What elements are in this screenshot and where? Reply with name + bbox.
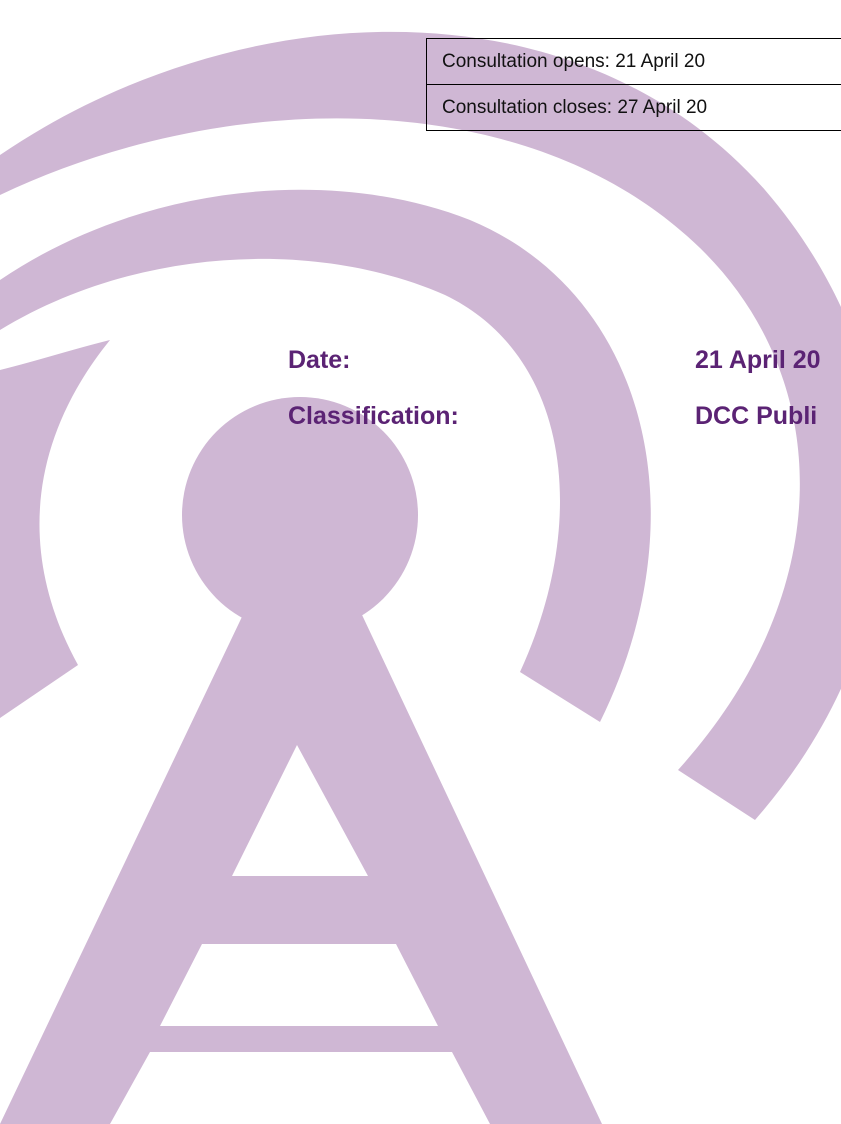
classification-label: Classification: <box>288 402 459 430</box>
date-row: Date: 21 April 20 <box>288 346 841 402</box>
classification-value: DCC Publi <box>695 402 818 430</box>
consultation-opens: Consultation opens: 21 April 20 <box>442 51 706 72</box>
date-value: 21 April 20 <box>695 346 821 374</box>
classification-row: Classification: DCC Publi <box>288 402 841 458</box>
consultation-dates-table: Consultation opens: 21 April 20 Consulta… <box>426 38 841 131</box>
radio-tower-watermark-icon <box>0 31 841 1124</box>
document-cover-page: { "consultation": { "opens": "Consultati… <box>0 0 841 1124</box>
consultation-closes: Consultation closes: 27 April 20 <box>427 84 841 130</box>
date-label: Date: <box>288 346 351 374</box>
document-metadata: Date: 21 April 20 Classification: DCC Pu… <box>288 346 841 458</box>
